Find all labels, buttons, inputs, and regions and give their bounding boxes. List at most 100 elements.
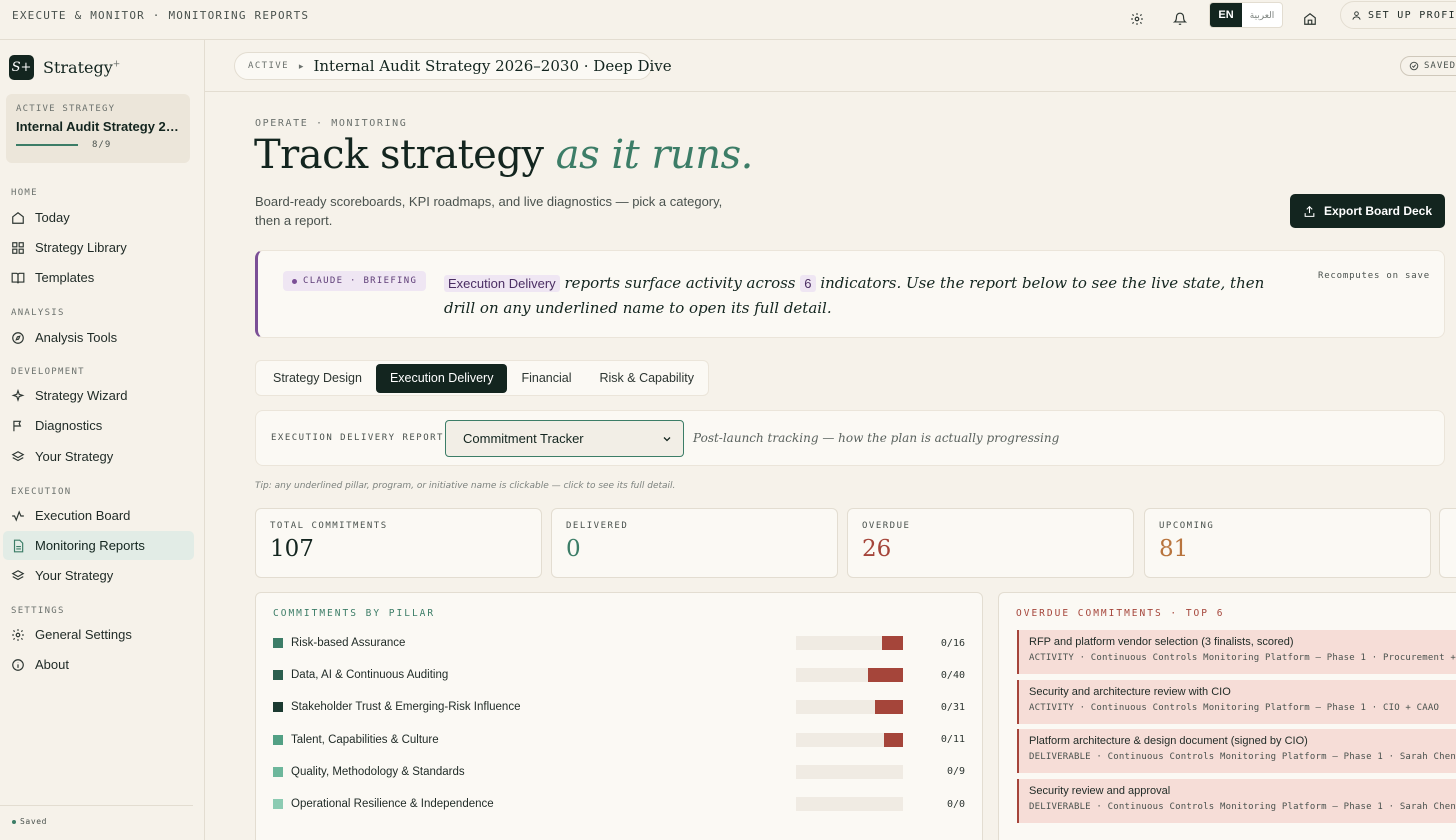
nav-strategy-wizard[interactable]: Strategy Wizard — [3, 381, 194, 410]
nav-your-strategy-dev[interactable]: Your Strategy — [3, 442, 194, 471]
nav-your-strategy-exec[interactable]: Your Strategy — [3, 561, 194, 590]
briefing-text: Execution Delivery reports surface activ… — [444, 274, 1265, 317]
nav-execution-board[interactable]: Execution Board — [3, 501, 194, 530]
kpi-value: 26 — [862, 536, 892, 562]
chevron-right-icon: ▸ — [298, 60, 304, 71]
lang-en-button[interactable]: EN — [1210, 3, 1242, 27]
gear-icon — [12, 628, 24, 641]
active-strategy-progress-bar — [16, 144, 78, 146]
brand-name: Strategy+ — [43, 58, 121, 77]
section-execution: EXECUTION — [11, 487, 72, 497]
chevron-down-icon — [663, 436, 671, 441]
strategy-name: Internal Audit Strategy 2026–2030 · Deep… — [313, 57, 672, 75]
pillar-progress-track — [796, 764, 903, 779]
home-icon[interactable] — [1298, 7, 1322, 31]
set-up-profile-button[interactable]: SET UP PROFILE — [1340, 1, 1456, 29]
lang-ar-button[interactable]: العربية — [1242, 3, 1282, 27]
pillar-count: 0/0 — [946, 798, 965, 810]
section-home: HOME — [11, 188, 38, 198]
sidebar: S+ Strategy+ ACTIVE STRATEGY Internal Au… — [0, 40, 205, 840]
briefing-count: 6 — [800, 275, 816, 292]
brand[interactable]: S+ Strategy+ — [9, 55, 120, 80]
user-icon — [1352, 10, 1361, 20]
nav-execution-board-label: Execution Board — [35, 508, 131, 523]
nav-templates[interactable]: Templates — [3, 263, 194, 292]
tab-execution-delivery[interactable]: Execution Delivery — [375, 363, 508, 393]
saved-status-label: SAVED — [1424, 61, 1456, 71]
kpi-card-partial — [1439, 508, 1456, 578]
report-select-value: Commitment Tracker — [463, 431, 584, 446]
overdue-item-title: RFP and platform vendor selection (3 fin… — [1029, 636, 1294, 648]
pillar-name[interactable]: Data, AI & Continuous Auditing — [291, 669, 448, 681]
nav-general-settings[interactable]: General Settings — [3, 620, 194, 649]
pillar-count: 0/31 — [940, 701, 965, 713]
bell-icon[interactable] — [1168, 7, 1192, 31]
book-icon — [11, 272, 25, 283]
pillar-name[interactable]: Talent, Capabilities & Culture — [291, 734, 439, 746]
page-subtitle: Board-ready scoreboards, KPI roadmaps, a… — [255, 194, 723, 228]
pillar-progress-track — [796, 797, 903, 811]
overdue-item[interactable]: Security and architecture review with CI… — [1017, 679, 1456, 724]
pillar-row[interactable]: Data, AI & Continuous Auditing 0/40 — [273, 665, 965, 685]
top-bar: EXECUTE & MONITOR · MONITORING REPORTS E… — [0, 0, 1456, 40]
kpi-label: OVERDUE — [862, 521, 911, 531]
pillar-name[interactable]: Stakeholder Trust & Emerging-Risk Influe… — [291, 701, 520, 713]
tab-strategy-design[interactable]: Strategy Design — [259, 364, 376, 393]
nav-about[interactable]: About — [3, 650, 194, 679]
overdue-item-meta: ACTIVITY · Continuous Controls Monitorin… — [1029, 702, 1440, 713]
kpi-value: 81 — [1159, 536, 1189, 562]
pillar-row[interactable]: Quality, Methodology & Standards 0/9 — [273, 762, 965, 782]
pillar-swatch — [273, 638, 283, 648]
pillar-row[interactable]: Stakeholder Trust & Emerging-Risk Influe… — [273, 697, 965, 717]
pillar-count: 0/16 — [940, 637, 965, 649]
pillar-overdue-bar — [881, 636, 903, 650]
pillar-row[interactable]: Talent, Capabilities & Culture 0/11 — [273, 730, 965, 750]
pillar-progress-track — [796, 732, 903, 747]
nav-general-settings-label: General Settings — [35, 627, 132, 642]
grid-icon — [12, 241, 24, 254]
briefing-category[interactable]: Execution Delivery — [444, 275, 560, 292]
page-eyebrow: OPERATE · MONITORING — [255, 118, 408, 129]
pillar-count: 0/40 — [940, 669, 965, 681]
export-board-deck-button[interactable]: Export Board Deck — [1290, 194, 1445, 228]
pillar-progress-track — [796, 636, 903, 650]
section-development: DEVELOPMENT — [11, 367, 85, 377]
pillar-name[interactable]: Risk-based Assurance — [291, 637, 405, 649]
nav-today[interactable]: Today — [3, 203, 194, 232]
pillar-name[interactable]: Operational Resilience & Independence — [291, 798, 494, 810]
overdue-item[interactable]: RFP and platform vendor selection (3 fin… — [1017, 630, 1456, 674]
tab-risk-capability[interactable]: Risk & Capability — [585, 364, 707, 393]
overdue-item[interactable]: Security review and approval DELIVERABLE … — [1017, 778, 1456, 823]
flag-icon — [13, 420, 22, 431]
pillar-progress-track — [796, 700, 903, 715]
report-selector-card: EXECUTION DELIVERY REPORT Commitment Tra… — [255, 410, 1445, 466]
nav-diagnostics[interactable]: Diagnostics — [3, 411, 194, 440]
active-strategy-label: ACTIVE STRATEGY — [16, 104, 116, 114]
pillar-name[interactable]: Quality, Methodology & Standards — [291, 766, 465, 778]
nav-diagnostics-label: Diagnostics — [35, 418, 103, 433]
kpi-card: UPCOMING 81 — [1144, 508, 1431, 578]
report-select[interactable]: Commitment Tracker — [445, 420, 684, 457]
tab-financial[interactable]: Financial — [507, 364, 585, 393]
pillar-panel-title: COMMITMENTS BY PILLAR — [273, 608, 436, 619]
overdue-item[interactable]: Platform architecture & design document … — [1017, 729, 1456, 773]
profile-label: SET UP PROFILE — [1368, 9, 1456, 21]
pillar-row[interactable]: Operational Resilience & Independence 0/0 — [273, 794, 965, 814]
report-description: Post-launch tracking — how the plan is a… — [693, 431, 1060, 445]
active-strategy-name: Internal Audit Strategy 2026–2030 — [16, 119, 180, 134]
nav-strategy-library[interactable]: Strategy Library — [3, 233, 194, 262]
overdue-item-meta: DELIVERABLE · Continuous Controls Monito… — [1029, 801, 1456, 812]
kpi-value: 0 — [566, 536, 581, 562]
compass-icon — [12, 331, 24, 344]
nav-analysis-tools[interactable]: Analysis Tools — [3, 323, 194, 352]
pillar-overdue-bar — [867, 668, 903, 683]
active-strategy-card[interactable]: ACTIVE STRATEGY Internal Audit Strategy … — [6, 94, 190, 163]
pillar-overdue-bar — [875, 700, 903, 715]
nav-monitoring-reports-label: Monitoring Reports — [35, 538, 145, 553]
pillar-row[interactable]: Risk-based Assurance 0/16 — [273, 633, 965, 653]
active-strategy-pill[interactable]: ACTIVE ▸ Internal Audit Strategy 2026–20… — [234, 52, 672, 80]
saved-dot — [12, 819, 16, 824]
settings-gear-icon[interactable] — [1125, 7, 1149, 31]
nav-monitoring-reports[interactable]: Monitoring Reports — [3, 531, 194, 560]
briefing-tag-label: CLAUDE · BRIEFING — [303, 276, 418, 286]
